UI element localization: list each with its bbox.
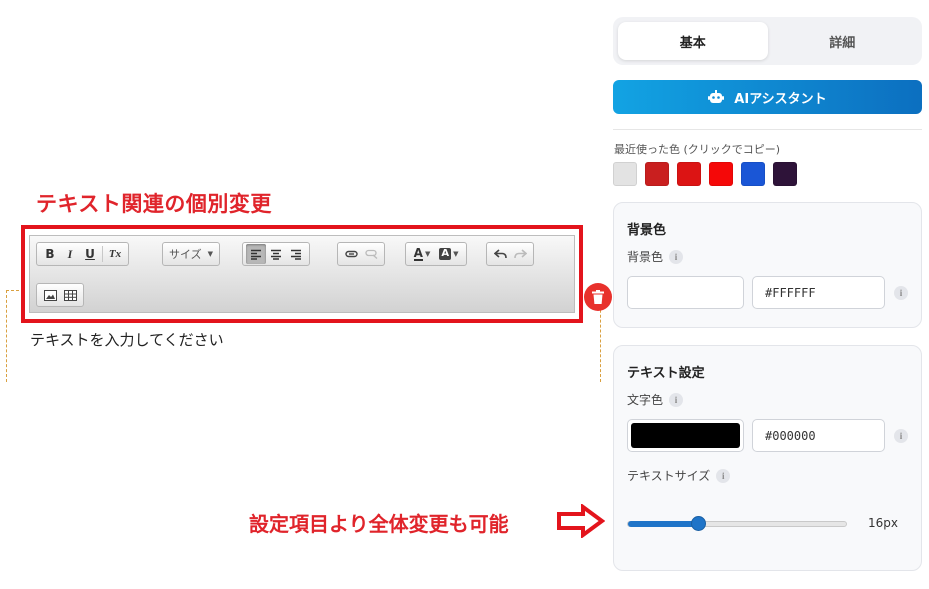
align-center-button[interactable] [266,244,286,264]
panel-tabs: 基本 詳細 [613,17,922,65]
text-color-icon: A [413,246,423,261]
history-group [486,242,534,266]
info-icon[interactable]: i [716,468,731,483]
background-hex-input[interactable]: #FFFFFF [752,276,885,309]
text-size-label-text: テキストサイズ [627,469,711,483]
text-settings-card: テキスト設定 文字色 i #000000 i テキストサイズ i 16px [613,345,922,571]
align-left-button[interactable] [246,244,266,264]
recent-color-swatch[interactable] [645,162,669,186]
ai-assistant-button[interactable]: AIアシスタント [613,80,922,114]
text-color-label-text: 文字色 [627,393,664,407]
link-group [337,242,385,266]
align-left-icon [251,249,261,260]
recent-color-swatch[interactable] [741,162,765,186]
redo-icon [513,249,527,259]
text-settings-title: テキスト設定 [627,366,705,381]
tab-basic[interactable]: 基本 [618,22,768,60]
toolbar-highlight-frame: B I U Tx サイズ ▼ A ▼ A ▼ [21,225,583,323]
trash-icon [592,290,604,304]
editor-region-outline-left [6,290,7,382]
background-color-label: 背景色 i [627,248,684,265]
background-color-label-text: 背景色 [627,250,664,264]
insert-table-button[interactable] [60,285,80,305]
editor-content-text[interactable]: テキストを入力してください [30,329,224,350]
background-color-icon: A [439,248,452,260]
delete-block-button[interactable] [584,283,612,311]
toolbar-separator [102,246,103,262]
align-center-icon [271,249,281,260]
recent-color-swatches [613,162,797,186]
recent-color-swatch[interactable] [709,162,733,186]
ai-assistant-label: AIアシスタント [734,91,827,107]
italic-button[interactable]: I [60,244,80,264]
link-button[interactable] [341,244,361,264]
underline-button[interactable]: U [80,244,100,264]
size-dropdown[interactable]: サイズ ▼ [162,242,221,266]
clear-format-button[interactable]: Tx [105,244,125,264]
table-icon [63,289,77,301]
info-icon[interactable]: i [669,392,684,407]
recent-colors-label: 最近使った色 (クリックでコピー) [614,143,781,156]
panel-divider [613,129,922,130]
redo-button[interactable] [510,244,530,264]
undo-icon [493,249,507,259]
caret-down-icon: ▼ [453,250,459,258]
text-color-preview [631,423,740,448]
caret-down-icon: ▼ [207,250,214,258]
recent-color-swatch[interactable] [613,162,637,186]
info-icon[interactable]: i [894,429,908,443]
annotation-settings-note: 設定項目より全体変更も可能 [249,512,509,536]
annotation-toolbar-note: テキスト関連の個別変更 [36,192,272,216]
alignment-group [242,242,310,266]
text-color-label: 文字色 i [627,391,684,408]
tab-detail[interactable]: 詳細 [768,22,918,60]
text-size-value: 16px [868,516,898,530]
format-group: B I U Tx [36,242,129,266]
image-icon [43,289,57,301]
unlink-icon [364,249,377,259]
size-dropdown-inner: サイズ ▼ [163,246,219,262]
text-size-slider-fill [628,521,698,527]
robot-icon [708,90,725,103]
arrow-right-icon [557,504,605,538]
text-color-button[interactable]: A ▼ [409,244,435,264]
insert-group [36,283,84,307]
background-color-picker[interactable] [627,276,744,309]
rich-text-toolbar: B I U Tx サイズ ▼ A ▼ A ▼ [29,235,575,313]
recent-color-swatch[interactable] [677,162,701,186]
text-size-slider-handle[interactable] [690,516,706,531]
align-right-button[interactable] [286,244,306,264]
text-color-picker[interactable] [627,419,744,452]
background-color-preview [631,280,740,305]
text-size-slider[interactable] [627,516,847,531]
background-color-button[interactable]: A ▼ [435,244,463,264]
bold-button[interactable]: B [40,244,60,264]
recent-color-swatch[interactable] [773,162,797,186]
text-hex-input[interactable]: #000000 [752,419,885,452]
color-group: A ▼ A ▼ [405,242,467,266]
background-settings-card: 背景色 背景色 i #FFFFFF i [613,202,922,328]
background-card-title: 背景色 [627,223,667,238]
text-size-label: テキストサイズ i [627,467,731,484]
info-icon[interactable]: i [894,286,908,300]
undo-button[interactable] [490,244,510,264]
unlink-button[interactable] [361,244,381,264]
link-icon [344,250,358,258]
insert-image-button[interactable] [40,285,60,305]
align-right-icon [291,249,301,260]
caret-down-icon: ▼ [424,250,431,258]
info-icon[interactable]: i [669,249,684,264]
size-dropdown-label: サイズ [169,248,202,261]
